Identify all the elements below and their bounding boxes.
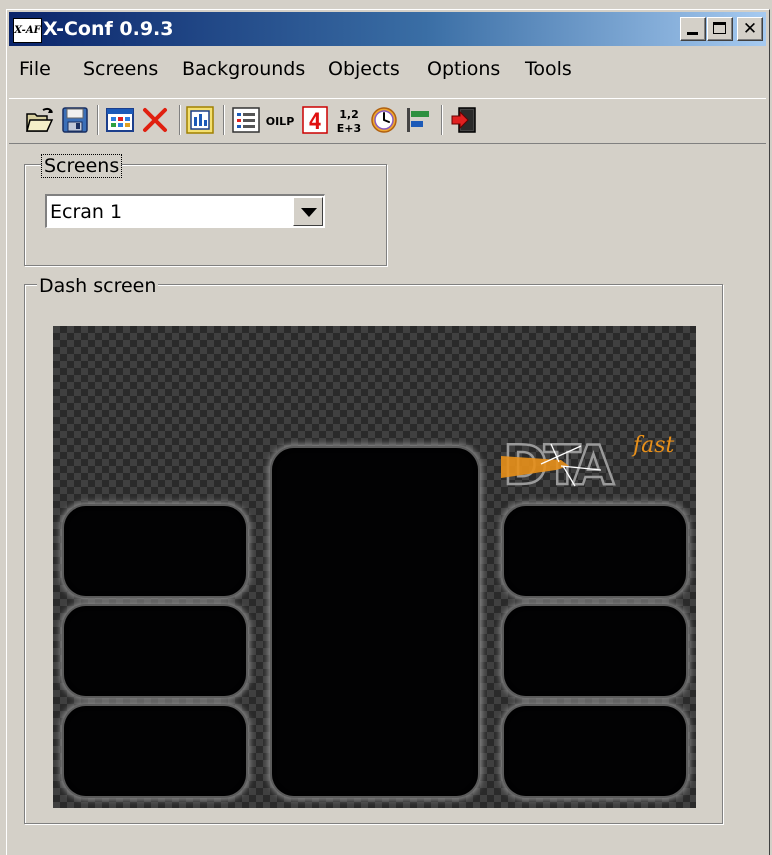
minimize-button[interactable]: [680, 17, 706, 41]
dash-preview-canvas[interactable]: DTA fast: [53, 326, 696, 808]
screens-legend: Screens: [40, 154, 123, 178]
numeric-object-icon: 1,2 E+3: [337, 108, 361, 135]
oilp-object-icon: OILP: [266, 115, 295, 128]
save-disk-icon: [62, 107, 88, 133]
main-window: X-AF X-Conf 0.9.3 ✕ File Screens Backgro…: [6, 9, 770, 855]
close-button[interactable]: ✕: [737, 17, 763, 41]
open-button[interactable]: [25, 105, 55, 135]
numeric-bottom-label: E+3: [337, 122, 361, 135]
dash-panel-right-bottom[interactable]: [504, 706, 686, 796]
dash-panel-left-middle[interactable]: [64, 606, 246, 696]
list-object-icon: [232, 107, 260, 133]
delete-button[interactable]: [140, 105, 170, 135]
menu-tools[interactable]: Tools: [525, 57, 572, 81]
new-screen-button[interactable]: [105, 105, 135, 135]
exit-button[interactable]: [449, 105, 479, 135]
clock-object-button[interactable]: [369, 105, 399, 135]
digit-object-icon: 4: [302, 106, 328, 134]
numeric-object-button[interactable]: 1,2 E+3: [334, 105, 364, 135]
dash-panel-left-top[interactable]: [64, 506, 246, 596]
menu-objects[interactable]: Objects: [328, 57, 400, 81]
menu-file[interactable]: File: [19, 57, 51, 81]
close-icon: ✕: [742, 19, 758, 39]
menu-bar: File Screens Backgrounds Objects Options…: [9, 54, 766, 84]
digit-label: 4: [308, 110, 321, 134]
menu-backgrounds[interactable]: Backgrounds: [182, 57, 305, 81]
clock-object-icon: [371, 107, 397, 133]
maximize-icon: [713, 22, 726, 34]
window-title: X-Conf 0.9.3: [43, 18, 174, 40]
screen-select-dropdown-button[interactable]: [293, 197, 323, 226]
toolbar-separator: [97, 105, 99, 135]
open-folder-icon: [26, 107, 54, 132]
minimize-icon: [687, 32, 698, 35]
chevron-down-icon: [301, 208, 317, 217]
dash-panel-right-middle[interactable]: [504, 606, 686, 696]
digit-object-button[interactable]: 4: [300, 105, 330, 135]
app-icon: X-AF: [13, 18, 42, 43]
screen-select[interactable]: Ecran 1: [45, 194, 325, 228]
dash-panel-right-top[interactable]: [504, 506, 686, 596]
dta-fast-logo: DTA fast: [501, 433, 675, 496]
logo-sub-text: fast: [631, 433, 675, 458]
toolbar-separator: [441, 105, 443, 135]
list-object-button[interactable]: [231, 105, 261, 135]
save-button[interactable]: [60, 105, 90, 135]
oilp-label: OILP: [266, 115, 295, 128]
menu-screens[interactable]: Screens: [83, 57, 158, 81]
toolbar-separator: [223, 105, 225, 135]
screen-select-value: Ecran 1: [50, 201, 123, 223]
dash-panel-left-bottom[interactable]: [64, 706, 246, 796]
screen-properties-button[interactable]: [185, 105, 215, 135]
oilp-object-button[interactable]: OILP: [265, 105, 295, 135]
dash-panel-center[interactable]: [272, 448, 478, 796]
title-bar[interactable]: X-AF X-Conf 0.9.3 ✕: [9, 12, 766, 46]
delete-x-icon: [143, 108, 167, 132]
screen-properties-icon: [186, 106, 214, 134]
new-screen-grid-icon: [106, 108, 134, 132]
exit-icon: [451, 107, 476, 133]
numeric-top-label: 1,2: [339, 108, 359, 121]
maximize-button[interactable]: [707, 17, 733, 41]
bargraph-object-button[interactable]: [403, 105, 433, 135]
bargraph-object-icon: [407, 108, 429, 132]
dash-screen-legend: Dash screen: [37, 275, 159, 297]
toolbar-separator: [179, 105, 181, 135]
toolbar: OILP 4 1,2 E+3: [9, 98, 766, 144]
menu-options[interactable]: Options: [427, 57, 500, 81]
